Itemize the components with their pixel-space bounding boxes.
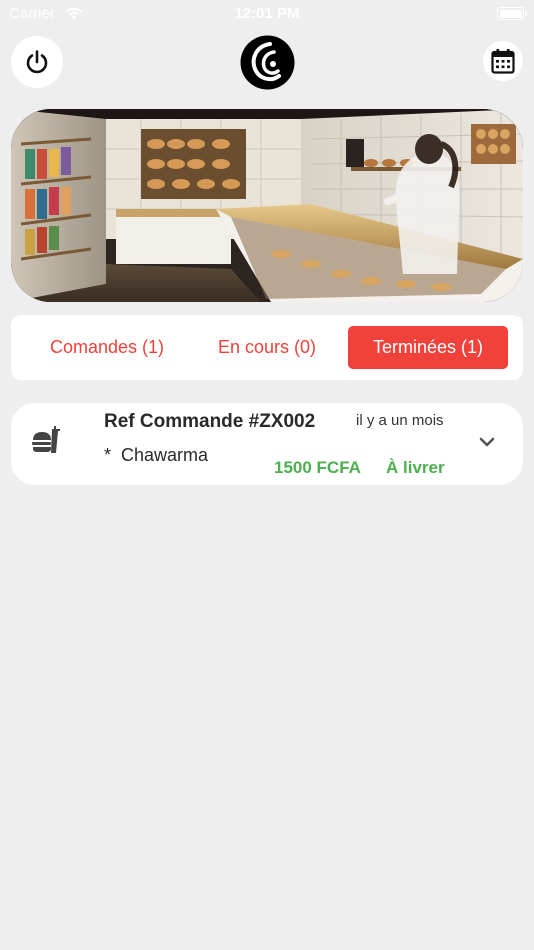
battery-icon [497,7,527,20]
power-icon [26,50,48,74]
calendar-button[interactable] [483,41,523,81]
tab-terminees[interactable]: Terminées (1) [348,326,508,369]
bakery-banner-image [11,109,523,302]
power-button[interactable] [11,36,63,88]
order-ref: Ref Commande #ZX002 [104,411,316,432]
tab-en-cours[interactable]: En cours (0) [189,326,345,369]
logo-icon [240,35,295,90]
order-card[interactable]: Ref Commande #ZX002 il y a un mois * Cha… [11,403,523,485]
order-time-ago: il y a un mois [356,412,444,429]
order-tabs: Comandes (1) En cours (0) Terminées (1) [11,315,523,380]
fastfood-icon [32,426,60,453]
order-price: 1500 FCFA [274,458,361,477]
clock: 12:01 PM [234,5,300,22]
order-item: * Chawarma [104,445,209,465]
calendar-icon [491,49,515,74]
order-status: À livrer [386,458,445,477]
status-bar: Carrier 12:01 PM [0,0,534,28]
chevron-down-icon[interactable] [478,436,496,448]
tab-comandes[interactable]: Comandes (1) [29,326,185,369]
